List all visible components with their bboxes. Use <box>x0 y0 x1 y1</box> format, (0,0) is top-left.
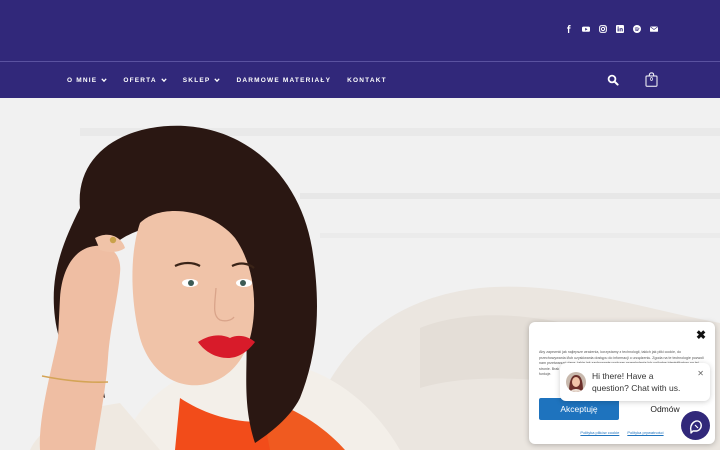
social-links <box>565 25 658 33</box>
nav-label: SKLEP <box>182 76 211 84</box>
email-icon[interactable] <box>650 25 658 33</box>
chat-message: Hi there! Have a question? Chat with us. <box>592 371 681 393</box>
top-bar <box>0 0 720 62</box>
search-icon[interactable] <box>607 74 619 86</box>
instagram-icon[interactable] <box>599 25 607 33</box>
nav-label: KONTAKT <box>347 76 387 84</box>
chat-launcher-button[interactable] <box>681 411 710 440</box>
nav-menu: O MNIE OFERTA SKLEP DARMOWE MATERIAŁY KO… <box>67 62 387 98</box>
nav-item-sklep[interactable]: SKLEP <box>183 77 221 84</box>
nav-item-darmowe-materialy[interactable]: DARMOWE MATERIAŁY <box>236 77 331 84</box>
cart-count: 0 <box>650 77 653 83</box>
nav-label: DARMOWE MATERIAŁY <box>236 76 332 84</box>
nav-label: OFERTA <box>123 76 157 84</box>
close-icon[interactable]: ✖ <box>695 329 707 341</box>
spotify-icon[interactable] <box>633 25 641 33</box>
youtube-icon[interactable] <box>582 25 590 33</box>
facebook-icon[interactable] <box>565 25 573 33</box>
chevron-down-icon <box>161 78 167 83</box>
avatar <box>566 372 586 392</box>
linkedin-icon[interactable] <box>616 25 624 33</box>
close-icon[interactable]: ✕ <box>697 369 704 378</box>
chevron-down-icon <box>101 78 107 83</box>
nav-item-oferta[interactable]: OFERTA <box>123 76 167 84</box>
chevron-down-icon <box>214 78 221 83</box>
nav-label: O MNIE <box>67 76 98 84</box>
chat-icon <box>689 419 702 434</box>
nav-item-kontakt[interactable]: KONTAKT <box>347 77 387 84</box>
chat-greeting-bubble[interactable]: Hi there! Have a question? Chat with us.… <box>560 363 710 401</box>
nav-item-o-mnie[interactable]: O MNIE <box>67 77 107 84</box>
privacy-policy-link[interactable]: Polityka prywatności <box>627 430 663 435</box>
accept-button[interactable]: Akceptuję <box>539 398 619 420</box>
ring <box>109 236 117 244</box>
cookie-policy-link[interactable]: Polityka plików cookie <box>580 430 619 435</box>
